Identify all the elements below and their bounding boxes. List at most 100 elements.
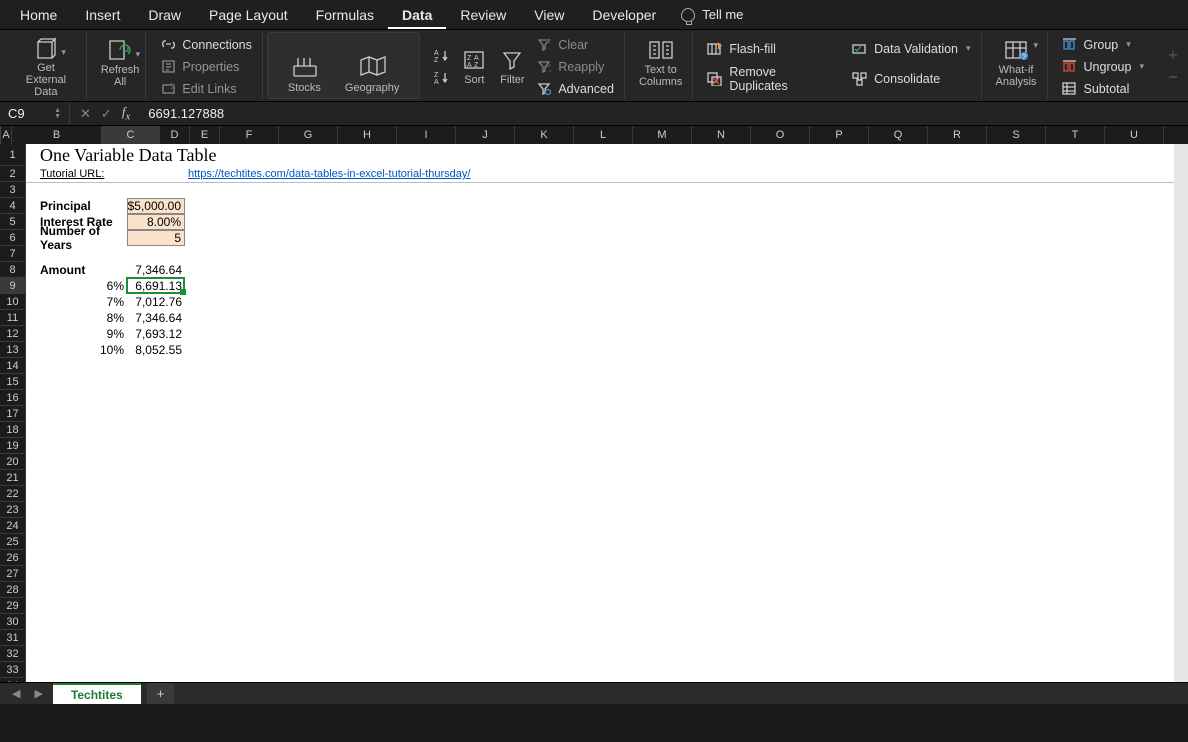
row-header-11[interactable]: 11 — [0, 310, 26, 326]
text-to-columns-button[interactable]: Text to Columns — [639, 36, 682, 88]
menu-tab-draw[interactable]: Draw — [134, 1, 195, 29]
row-header-25[interactable]: 25 — [0, 534, 26, 550]
row-header-23[interactable]: 23 — [0, 502, 26, 518]
row-header-22[interactable]: 22 — [0, 486, 26, 502]
cells-area[interactable]: One Variable Data TableTutorial URL:http… — [26, 144, 1188, 704]
tell-me[interactable]: Tell me — [680, 7, 743, 23]
column-header-C[interactable]: C — [102, 126, 160, 144]
row-header-28[interactable]: 28 — [0, 582, 26, 598]
geography-button[interactable]: Geography — [345, 52, 399, 94]
row-header-8[interactable]: 8 — [0, 262, 26, 278]
name-box[interactable]: C9 ▲▼ — [0, 102, 70, 125]
group-button[interactable]: Group▾ — [1062, 37, 1144, 53]
row-header-17[interactable]: 17 — [0, 406, 26, 422]
sort-asc-button[interactable]: AZ — [434, 48, 450, 64]
properties-button[interactable]: Properties — [160, 59, 252, 75]
column-header-A[interactable]: A — [1, 126, 12, 144]
row-header-4[interactable]: 4 — [0, 198, 26, 214]
row-header-31[interactable]: 31 — [0, 630, 26, 646]
row-header-9[interactable]: 9 — [0, 278, 26, 294]
row-header-20[interactable]: 20 — [0, 454, 26, 470]
menu-tab-data[interactable]: Data — [388, 1, 446, 29]
row-header-6[interactable]: 6 — [0, 230, 26, 246]
cell-C13[interactable]: 8,052.55 — [127, 342, 185, 358]
cell-B2[interactable]: Tutorial URL: — [37, 166, 127, 182]
row-header-29[interactable]: 29 — [0, 598, 26, 614]
row-header-32[interactable]: 32 — [0, 646, 26, 662]
menu-tab-formulas[interactable]: Formulas — [302, 1, 388, 29]
row-header-30[interactable]: 30 — [0, 614, 26, 630]
cell-C6[interactable]: 5 — [127, 230, 185, 246]
sheet-tab[interactable]: Techtites — [53, 683, 141, 705]
subtotal-button[interactable]: Subtotal — [1062, 81, 1144, 97]
row-header-27[interactable]: 27 — [0, 566, 26, 582]
column-header-H[interactable]: H — [338, 126, 397, 144]
column-header-R[interactable]: R — [928, 126, 987, 144]
cell-B6[interactable]: Number of Years — [37, 230, 127, 246]
column-header-N[interactable]: N — [692, 126, 751, 144]
row-header-2[interactable]: 2 — [0, 166, 26, 182]
column-header-V[interactable]: V — [1164, 126, 1188, 144]
menu-tab-page-layout[interactable]: Page Layout — [195, 1, 302, 29]
menu-tab-review[interactable]: Review — [446, 1, 520, 29]
hide-detail-icon[interactable] — [1166, 69, 1182, 85]
column-header-I[interactable]: I — [397, 126, 456, 144]
row-header-24[interactable]: 24 — [0, 518, 26, 534]
cell-C11[interactable]: 7,346.64 — [127, 310, 185, 326]
row-header-3[interactable]: 3 — [0, 182, 26, 198]
row-header-10[interactable]: 10 — [0, 294, 26, 310]
cell-B8[interactable]: Amount — [37, 262, 127, 278]
row-header-13[interactable]: 13 — [0, 342, 26, 358]
menu-tab-home[interactable]: Home — [6, 1, 71, 29]
cell-C12[interactable]: 7,693.12 — [127, 326, 185, 342]
enter-icon[interactable]: ✓ — [101, 106, 112, 122]
column-header-O[interactable]: O — [751, 126, 810, 144]
row-header-33[interactable]: 33 — [0, 662, 26, 678]
vertical-scrollbar[interactable] — [1174, 144, 1188, 682]
cell-B11[interactable]: 8% — [37, 310, 127, 326]
cell-C9[interactable]: 6,691.13 — [127, 278, 185, 294]
filter-button[interactable]: Filter — [498, 46, 526, 86]
get-external-data-button[interactable]: ▾ Get External Data — [6, 32, 87, 99]
cell-C5[interactable]: 8.00% — [127, 214, 185, 230]
consolidate-button[interactable]: Consolidate — [852, 65, 970, 93]
sort-desc-button[interactable]: ZA — [434, 70, 450, 86]
column-header-E[interactable]: E — [190, 126, 220, 144]
column-header-D[interactable]: D — [160, 126, 190, 144]
menu-tab-developer[interactable]: Developer — [578, 1, 670, 29]
column-header-P[interactable]: P — [810, 126, 869, 144]
row-header-21[interactable]: 21 — [0, 470, 26, 486]
cell-C4[interactable]: $5,000.00 — [127, 198, 185, 214]
remove-duplicates-button[interactable]: Remove Duplicates — [707, 65, 832, 93]
cell-B4[interactable]: Principal — [37, 198, 127, 214]
add-sheet-button[interactable]: + — [147, 683, 175, 704]
show-detail-icon[interactable] — [1166, 47, 1182, 63]
row-header-1[interactable]: 1 — [0, 144, 26, 166]
cell-C8[interactable]: 7,346.64 — [127, 262, 185, 278]
cell-B13[interactable]: 10% — [37, 342, 127, 358]
column-header-B[interactable]: B — [12, 126, 102, 144]
refresh-all-button[interactable]: ▾ Refresh All — [101, 36, 140, 88]
column-header-S[interactable]: S — [987, 126, 1046, 144]
formula-input[interactable]: 6691.127888 — [140, 106, 224, 121]
row-header-5[interactable]: 5 — [0, 214, 26, 230]
column-header-U[interactable]: U — [1105, 126, 1164, 144]
row-header-19[interactable]: 19 — [0, 438, 26, 454]
spreadsheet-grid[interactable]: ABCDEFGHIJKLMNOPQRSTUV 12345678910111213… — [0, 126, 1188, 704]
column-header-T[interactable]: T — [1046, 126, 1105, 144]
column-header-M[interactable]: M — [633, 126, 692, 144]
reapply-button[interactable]: Reapply — [536, 59, 614, 75]
sheet-nav-prev-icon[interactable]: ◀ — [8, 687, 24, 700]
sort-button[interactable]: ZAAZ Sort — [460, 46, 488, 86]
row-header-18[interactable]: 18 — [0, 422, 26, 438]
connections-button[interactable]: Connections — [160, 37, 252, 53]
column-header-K[interactable]: K — [515, 126, 574, 144]
name-box-dropdown-icon[interactable]: ▲▼ — [54, 108, 61, 120]
column-header-Q[interactable]: Q — [869, 126, 928, 144]
menu-tab-view[interactable]: View — [520, 1, 578, 29]
row-header-26[interactable]: 26 — [0, 550, 26, 566]
stocks-button[interactable]: Stocks — [288, 52, 321, 94]
data-validation-button[interactable]: Data Validation▾ — [852, 41, 970, 57]
cell-B9[interactable]: 6% — [37, 278, 127, 294]
clear-filter-button[interactable]: Clear — [536, 37, 614, 53]
